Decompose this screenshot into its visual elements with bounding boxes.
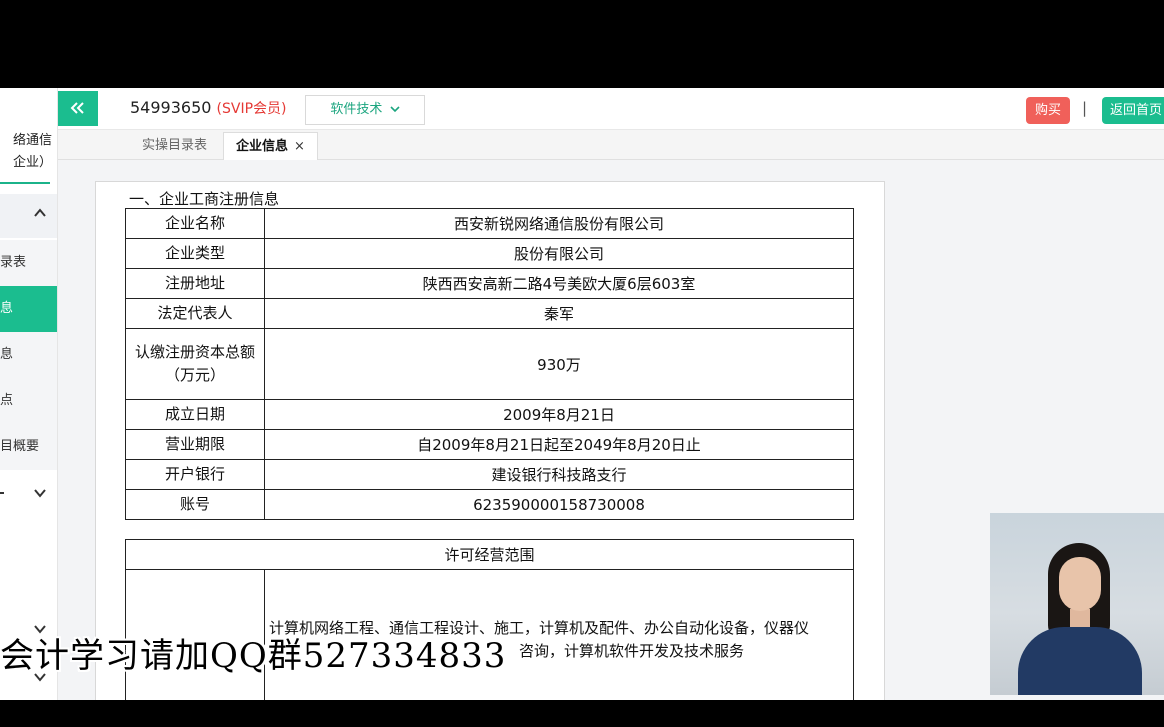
table-row: 许可经营范围 (125, 539, 854, 570)
table-row: 注册地址 陕西西安高新二路4号美欧大厦6层603室 (125, 268, 854, 299)
tab-label: 企业信息 (236, 139, 289, 154)
presenter-face (1059, 557, 1101, 611)
sidebar-section-header-2[interactable] (0, 472, 57, 516)
presenter-webcam (990, 513, 1164, 695)
row-key: 成立日期 (125, 399, 265, 430)
sidebar: 络通信 企业） 录表 息 息 点 目概要 (0, 88, 58, 700)
chevron-up-icon[interactable] (33, 206, 47, 223)
close-icon[interactable]: × (294, 139, 305, 154)
sidebar-company-name: 络通信 企业） (0, 130, 52, 174)
tech-support-dropdown[interactable]: 软件技术 (305, 95, 425, 125)
sidebar-title-underline (0, 182, 50, 184)
tab-catalog[interactable]: 实操目录表 (130, 132, 219, 160)
row-key: 企业名称 (125, 208, 265, 239)
table-row: 成立日期 2009年8月21日 (125, 399, 854, 430)
separator: | (1082, 99, 1088, 117)
row-value: 2009年8月21日 (264, 399, 854, 430)
table-row: 企业名称 西安新锐网络通信股份有限公司 (125, 208, 854, 239)
sidebar-item-label: 点 (0, 393, 14, 408)
sidebar-section-header[interactable] (0, 194, 57, 238)
row-value: 秦军 (264, 298, 854, 329)
account-id: 54993650 (130, 98, 212, 117)
sidebar-item-company-info[interactable]: 息 (0, 286, 57, 332)
return-home-button[interactable]: 返回首页 (1102, 97, 1164, 124)
tab-label: 实操目录表 (142, 138, 208, 153)
row-key: 认缴注册资本总额（万元） (125, 328, 265, 400)
row-key: 营业期限 (125, 429, 265, 460)
row-value: 建设银行科技路支行 (264, 459, 854, 490)
row-value: 股份有限公司 (264, 238, 854, 269)
section-heading: 一、企业工商注册信息 (129, 190, 280, 208)
sidebar-item-points[interactable]: 点 (0, 378, 57, 424)
sidebar-section-mark (0, 486, 6, 504)
row-key: 账号 (125, 489, 265, 520)
collapse-sidebar-button[interactable] (58, 91, 98, 126)
sidebar-item-label: 录表 (0, 255, 27, 270)
account-info: 54993650 (SVIP会员) (130, 98, 287, 118)
account-tier-badge: (SVIP会员) (216, 101, 287, 117)
row-key: 开户银行 (125, 459, 265, 490)
chevron-down-icon[interactable] (33, 486, 47, 503)
presenter-body (1018, 627, 1142, 695)
sidebar-company-line-2: 企业） (12, 155, 52, 170)
sidebar-item-label: 息 (0, 301, 14, 316)
sidebar-item-label: 息 (0, 347, 14, 362)
watermark-text: 会计学习请加QQ群527334833 (0, 636, 507, 676)
scope-title: 许可经营范围 (125, 539, 854, 570)
sidebar-item-info-2[interactable]: 息 (0, 332, 57, 378)
table-row: 营业期限 自2009年8月21日起至2049年8月20日止 (125, 429, 854, 460)
chevron-down-icon (390, 106, 400, 113)
company-info-document: 一、企业工商注册信息 企业名称 西安新锐网络通信股份有限公司 企业类型 股份有限… (95, 181, 885, 700)
row-key: 企业类型 (125, 238, 265, 269)
sidebar-item-overview[interactable]: 目概要 (0, 424, 57, 470)
row-value: 陕西西安高新二路4号美欧大厦6层603室 (264, 268, 854, 299)
row-value: 西安新锐网络通信股份有限公司 (264, 208, 854, 239)
table-row: 账号 623590000158730008 (125, 489, 854, 520)
sidebar-item-label: 目概要 (0, 439, 40, 454)
row-value: 自2009年8月21日起至2049年8月20日止 (264, 429, 854, 460)
row-value: 930万 (264, 328, 854, 400)
sidebar-item-catalog[interactable]: 录表 (0, 240, 57, 286)
table-row: 法定代表人 秦军 (125, 298, 854, 329)
row-key: 法定代表人 (125, 298, 265, 329)
tech-support-label: 软件技术 (330, 102, 383, 117)
table-row: 认缴注册资本总额（万元） 930万 (125, 328, 854, 400)
table-row: 企业类型 股份有限公司 (125, 238, 854, 269)
tab-company-info[interactable]: 企业信息 × (223, 132, 318, 160)
row-key: 注册地址 (125, 268, 265, 299)
sidebar-company-line-1: 络通信 (12, 133, 52, 148)
double-chevron-left-icon (70, 102, 84, 114)
buy-button[interactable]: 购买 (1026, 97, 1070, 124)
table-row: 开户银行 建设银行科技路支行 (125, 459, 854, 490)
registration-table: 企业名称 西安新锐网络通信股份有限公司 企业类型 股份有限公司 注册地址 陕西西… (125, 208, 854, 520)
video-frame: 络通信 企业） 录表 息 息 点 目概要 54993650 (SVIP会员) 软… (0, 0, 1164, 727)
tab-bar: 实操目录表 企业信息 × (58, 130, 1164, 160)
top-bar: 54993650 (SVIP会员) 软件技术 购买 | 返回首页 (58, 88, 1164, 130)
row-value: 623590000158730008 (264, 489, 854, 520)
